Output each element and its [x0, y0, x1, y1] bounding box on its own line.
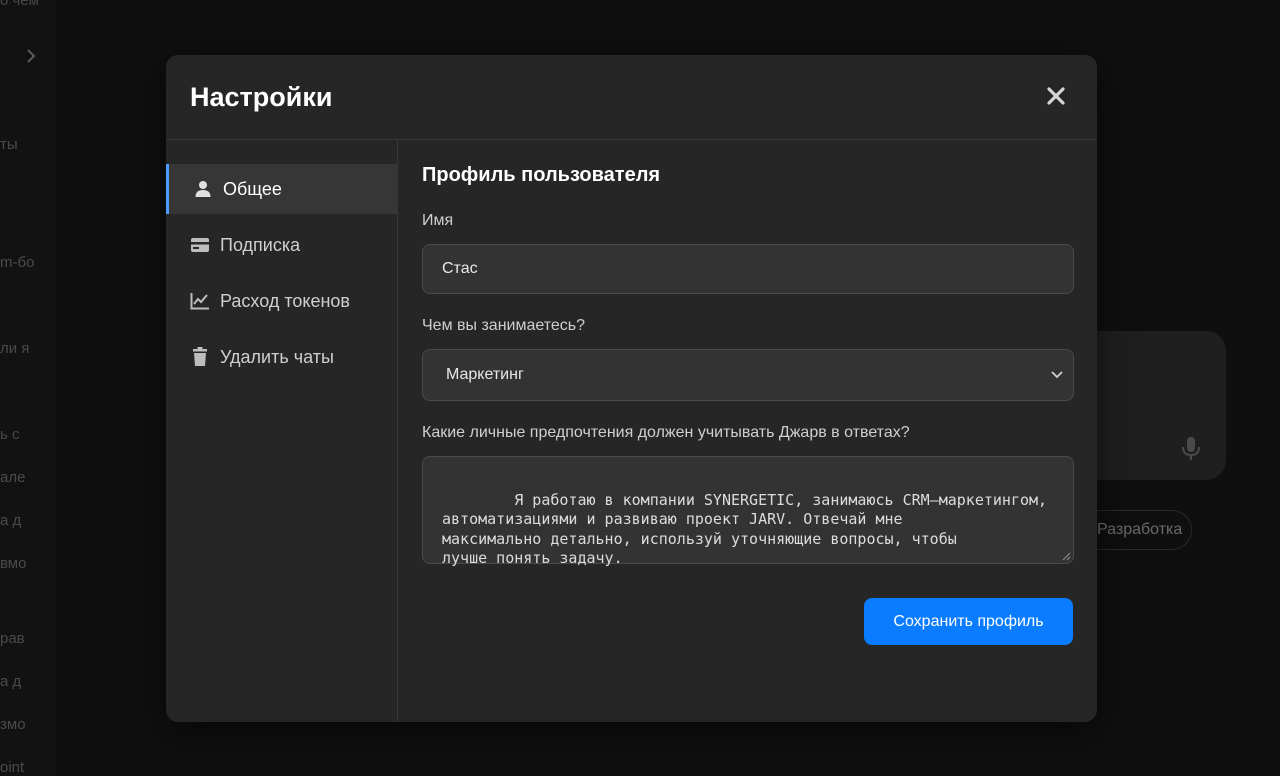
- bg-sidebar-text: а д: [0, 673, 22, 690]
- nav-item-label: Общее: [223, 178, 282, 199]
- section-title: Профиль пользователя: [422, 164, 661, 186]
- bg-sidebar-text: змо: [0, 716, 26, 733]
- nav-item-label: Подписка: [220, 234, 301, 255]
- bg-sidebar-text: о чем: [0, 0, 39, 9]
- chevron-down-icon: [1051, 371, 1063, 379]
- nav-item-label: Удалить чаты: [220, 346, 334, 367]
- name-field[interactable]: Стас: [422, 244, 1074, 294]
- bg-sidebar-text: рав: [0, 630, 25, 647]
- bg-sidebar-text: ли я: [0, 340, 30, 357]
- bg-sidebar-text: але: [0, 469, 26, 486]
- bg-sidebar-text: m-бо: [0, 254, 35, 271]
- nav-item-delete-chats[interactable]: Удалить чаты: [166, 332, 398, 382]
- nav-item-token-usage[interactable]: Расход токенов: [166, 276, 398, 326]
- credit-card-icon: [190, 235, 210, 255]
- close-icon[interactable]: [1045, 85, 1067, 107]
- occupation-value: Маркетинг: [446, 366, 524, 383]
- name-label: Имя: [422, 212, 454, 229]
- bg-sidebar-text: ь с: [0, 426, 20, 443]
- background-sidebar: о чем ты m-бо ли я ь с але а д вмо рав а…: [0, 0, 55, 776]
- nav-item-subscription[interactable]: Подписка: [166, 220, 398, 270]
- chevron-right-icon[interactable]: [24, 48, 38, 64]
- settings-modal: Настройки Общее Подписка Расход токенов …: [166, 55, 1097, 722]
- trash-icon: [190, 347, 210, 367]
- occupation-label: Чем вы занимаетесь?: [422, 317, 586, 334]
- preferences-textarea[interactable]: Я работаю в компании SYNERGETIC, занимаю…: [422, 456, 1074, 567]
- bg-sidebar-text: вмо: [0, 555, 27, 572]
- bg-sidebar-text: oint: [0, 759, 25, 776]
- settings-nav: Общее Подписка Расход токенов Удалить ча…: [166, 140, 398, 722]
- modal-body: Общее Подписка Расход токенов Удалить ча…: [166, 140, 1097, 722]
- modal-title: Настройки: [190, 82, 333, 112]
- bg-sidebar-text: а д: [0, 512, 22, 529]
- user-icon: [193, 179, 213, 199]
- modal-header: Настройки: [166, 55, 1097, 140]
- resize-handle-icon[interactable]: [1062, 552, 1071, 561]
- save-profile-button[interactable]: Сохранить профиль: [864, 598, 1073, 645]
- bg-sidebar-text: ты: [0, 136, 18, 153]
- chart-line-icon: [190, 291, 210, 311]
- preferences-label: Какие личные предпочтения должен учитыва…: [422, 424, 910, 441]
- microphone-icon: [1182, 437, 1200, 460]
- nav-item-general[interactable]: Общее: [166, 164, 398, 214]
- occupation-select[interactable]: Маркетинг: [422, 349, 1074, 401]
- nav-item-label: Расход токенов: [220, 290, 350, 311]
- preferences-value: Я работаю в компании SYNERGETIC, занимаю…: [442, 490, 1048, 568]
